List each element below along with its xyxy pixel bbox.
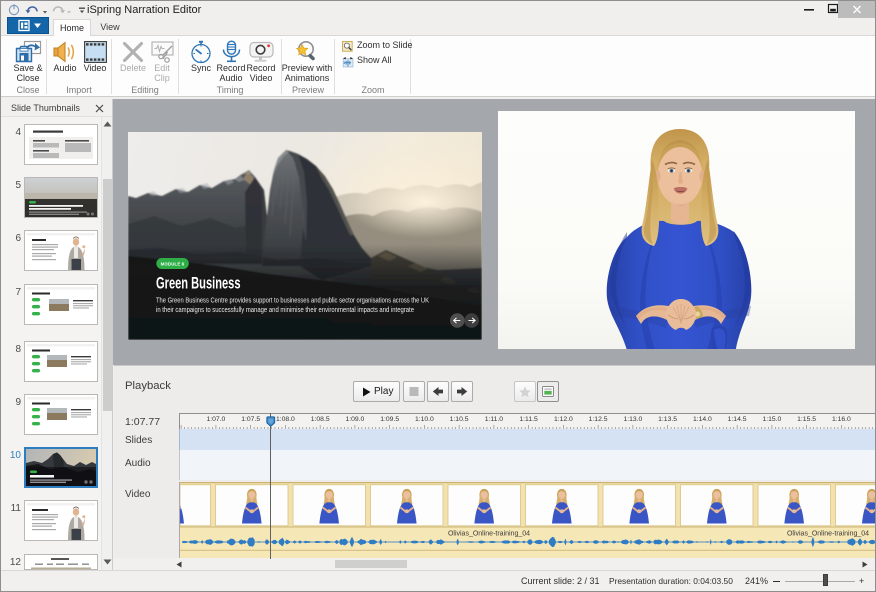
svg-text:Olivias_Online-training_04: Olivias_Online-training_04	[448, 531, 530, 538]
svg-text:The Green Business Centre prov: The Green Business Centre provides suppo…	[156, 297, 429, 304]
svg-text:Green Business: Green Business	[156, 274, 241, 292]
svg-text:MODULE 6: MODULE 6	[161, 262, 185, 267]
svg-text:Olivias_Online-training_04: Olivias_Online-training_04	[787, 531, 869, 538]
svg-text:in their campaigns to successf: in their campaigns to successfully manag…	[156, 307, 414, 314]
